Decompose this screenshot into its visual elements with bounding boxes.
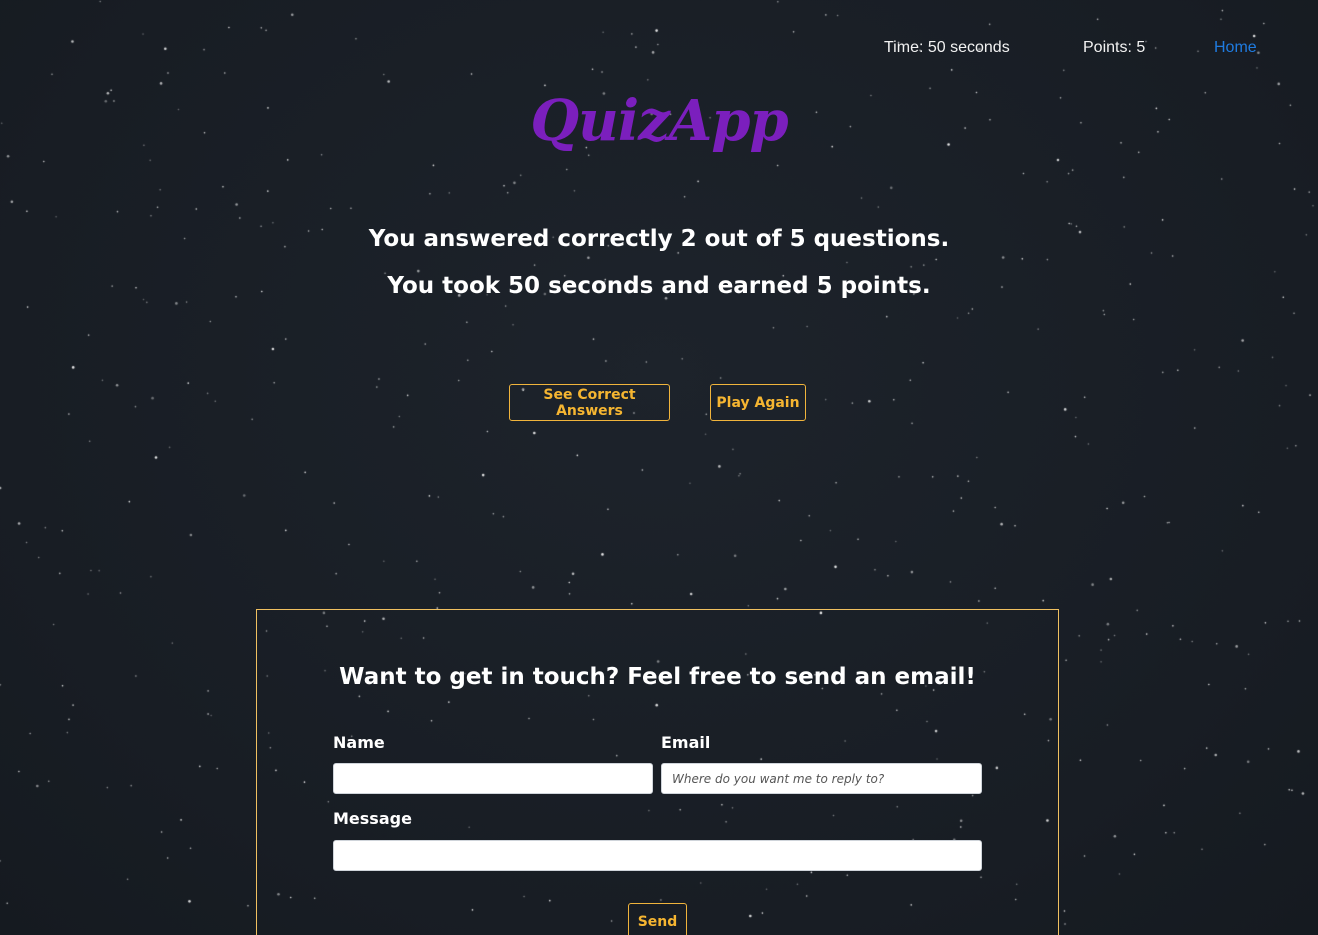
contact-heading: Want to get in touch? Feel free to send … (339, 664, 976, 690)
message-field[interactable] (333, 840, 982, 871)
contact-form-panel: Want to get in touch? Feel free to send … (256, 609, 1059, 935)
play-again-button[interactable]: Play Again (710, 384, 806, 421)
send-button[interactable]: Send (628, 903, 687, 935)
time-points-summary: You took 50 seconds and earned 5 points. (387, 273, 931, 299)
see-correct-answers-button[interactable]: See Correct Answers (509, 384, 670, 421)
top-nav: Time: 50 seconds Points: 5 Home (0, 36, 1318, 60)
home-link[interactable]: Home (1214, 39, 1257, 57)
email-label: Email (661, 733, 711, 752)
email-field[interactable] (661, 763, 982, 794)
timer-readout: Time: 50 seconds (884, 39, 1010, 56)
score-summary: You answered correctly 2 out of 5 questi… (368, 226, 950, 252)
message-label: Message (333, 809, 412, 828)
name-label: Name (333, 733, 385, 752)
points-readout: Points: 5 (1083, 39, 1146, 56)
name-field[interactable] (333, 763, 653, 794)
app-title: QuizApp (530, 88, 788, 154)
